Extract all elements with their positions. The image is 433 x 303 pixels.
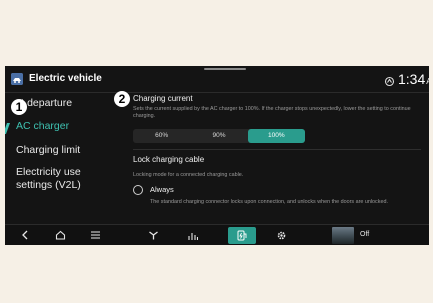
connected-car-icon [384,74,395,87]
active-indicator [5,123,11,134]
home-icon[interactable] [53,225,67,245]
clock-ampm: AM [426,77,429,86]
callout-marker-2: 2 [114,91,130,107]
always-option-description: The standard charging connector locks up… [150,199,388,205]
menu-icon[interactable] [88,225,102,245]
settings-gear-icon[interactable] [273,225,289,245]
ev-charging-icon[interactable] [228,227,256,244]
media-status-label: Off [360,231,370,238]
infotainment-screen: Electric vehicle 1:34AM 1 2 xt departure… [5,66,429,245]
back-icon[interactable] [19,225,31,245]
section-divider [133,149,421,150]
sidebar-item-charging-limit[interactable]: Charging limit [16,144,80,157]
media-thumbnail[interactable] [332,227,354,244]
sidebar-item-ac-charger[interactable]: AC charger [16,120,69,133]
ev-app-icon [11,73,23,85]
app-title: Electric vehicle [29,73,102,84]
fan-icon[interactable] [145,225,161,245]
lock-cable-description: Locking mode for a connected charging ca… [133,172,244,178]
bottom-bar: Off [5,224,429,245]
callout-marker-1: 1 [11,99,27,115]
clock-time: 1:34 [398,71,426,87]
media-icon[interactable] [185,225,201,245]
option-100-button[interactable]: 100% [247,129,305,143]
charging-current-description: Sets the current supplied by the AC char… [133,106,411,119]
settings-content: Charging current Sets the current suppli… [125,92,425,224]
option-60-button[interactable]: 60% [133,129,190,143]
always-radio-label[interactable]: Always [150,185,174,194]
sidebar-item-electricity-use[interactable]: Electricity use settings (V2L) [16,166,106,192]
always-radio[interactable] [133,185,143,195]
charging-current-title: Charging current [133,94,193,103]
option-90-button[interactable]: 90% [190,129,247,143]
top-bar: Electric vehicle 1:34AM [5,66,429,93]
lock-cable-title: Lock charging cable [133,155,205,164]
clock: 1:34AM [398,71,429,87]
charging-current-selector: 60% 90% 100% [133,129,305,143]
